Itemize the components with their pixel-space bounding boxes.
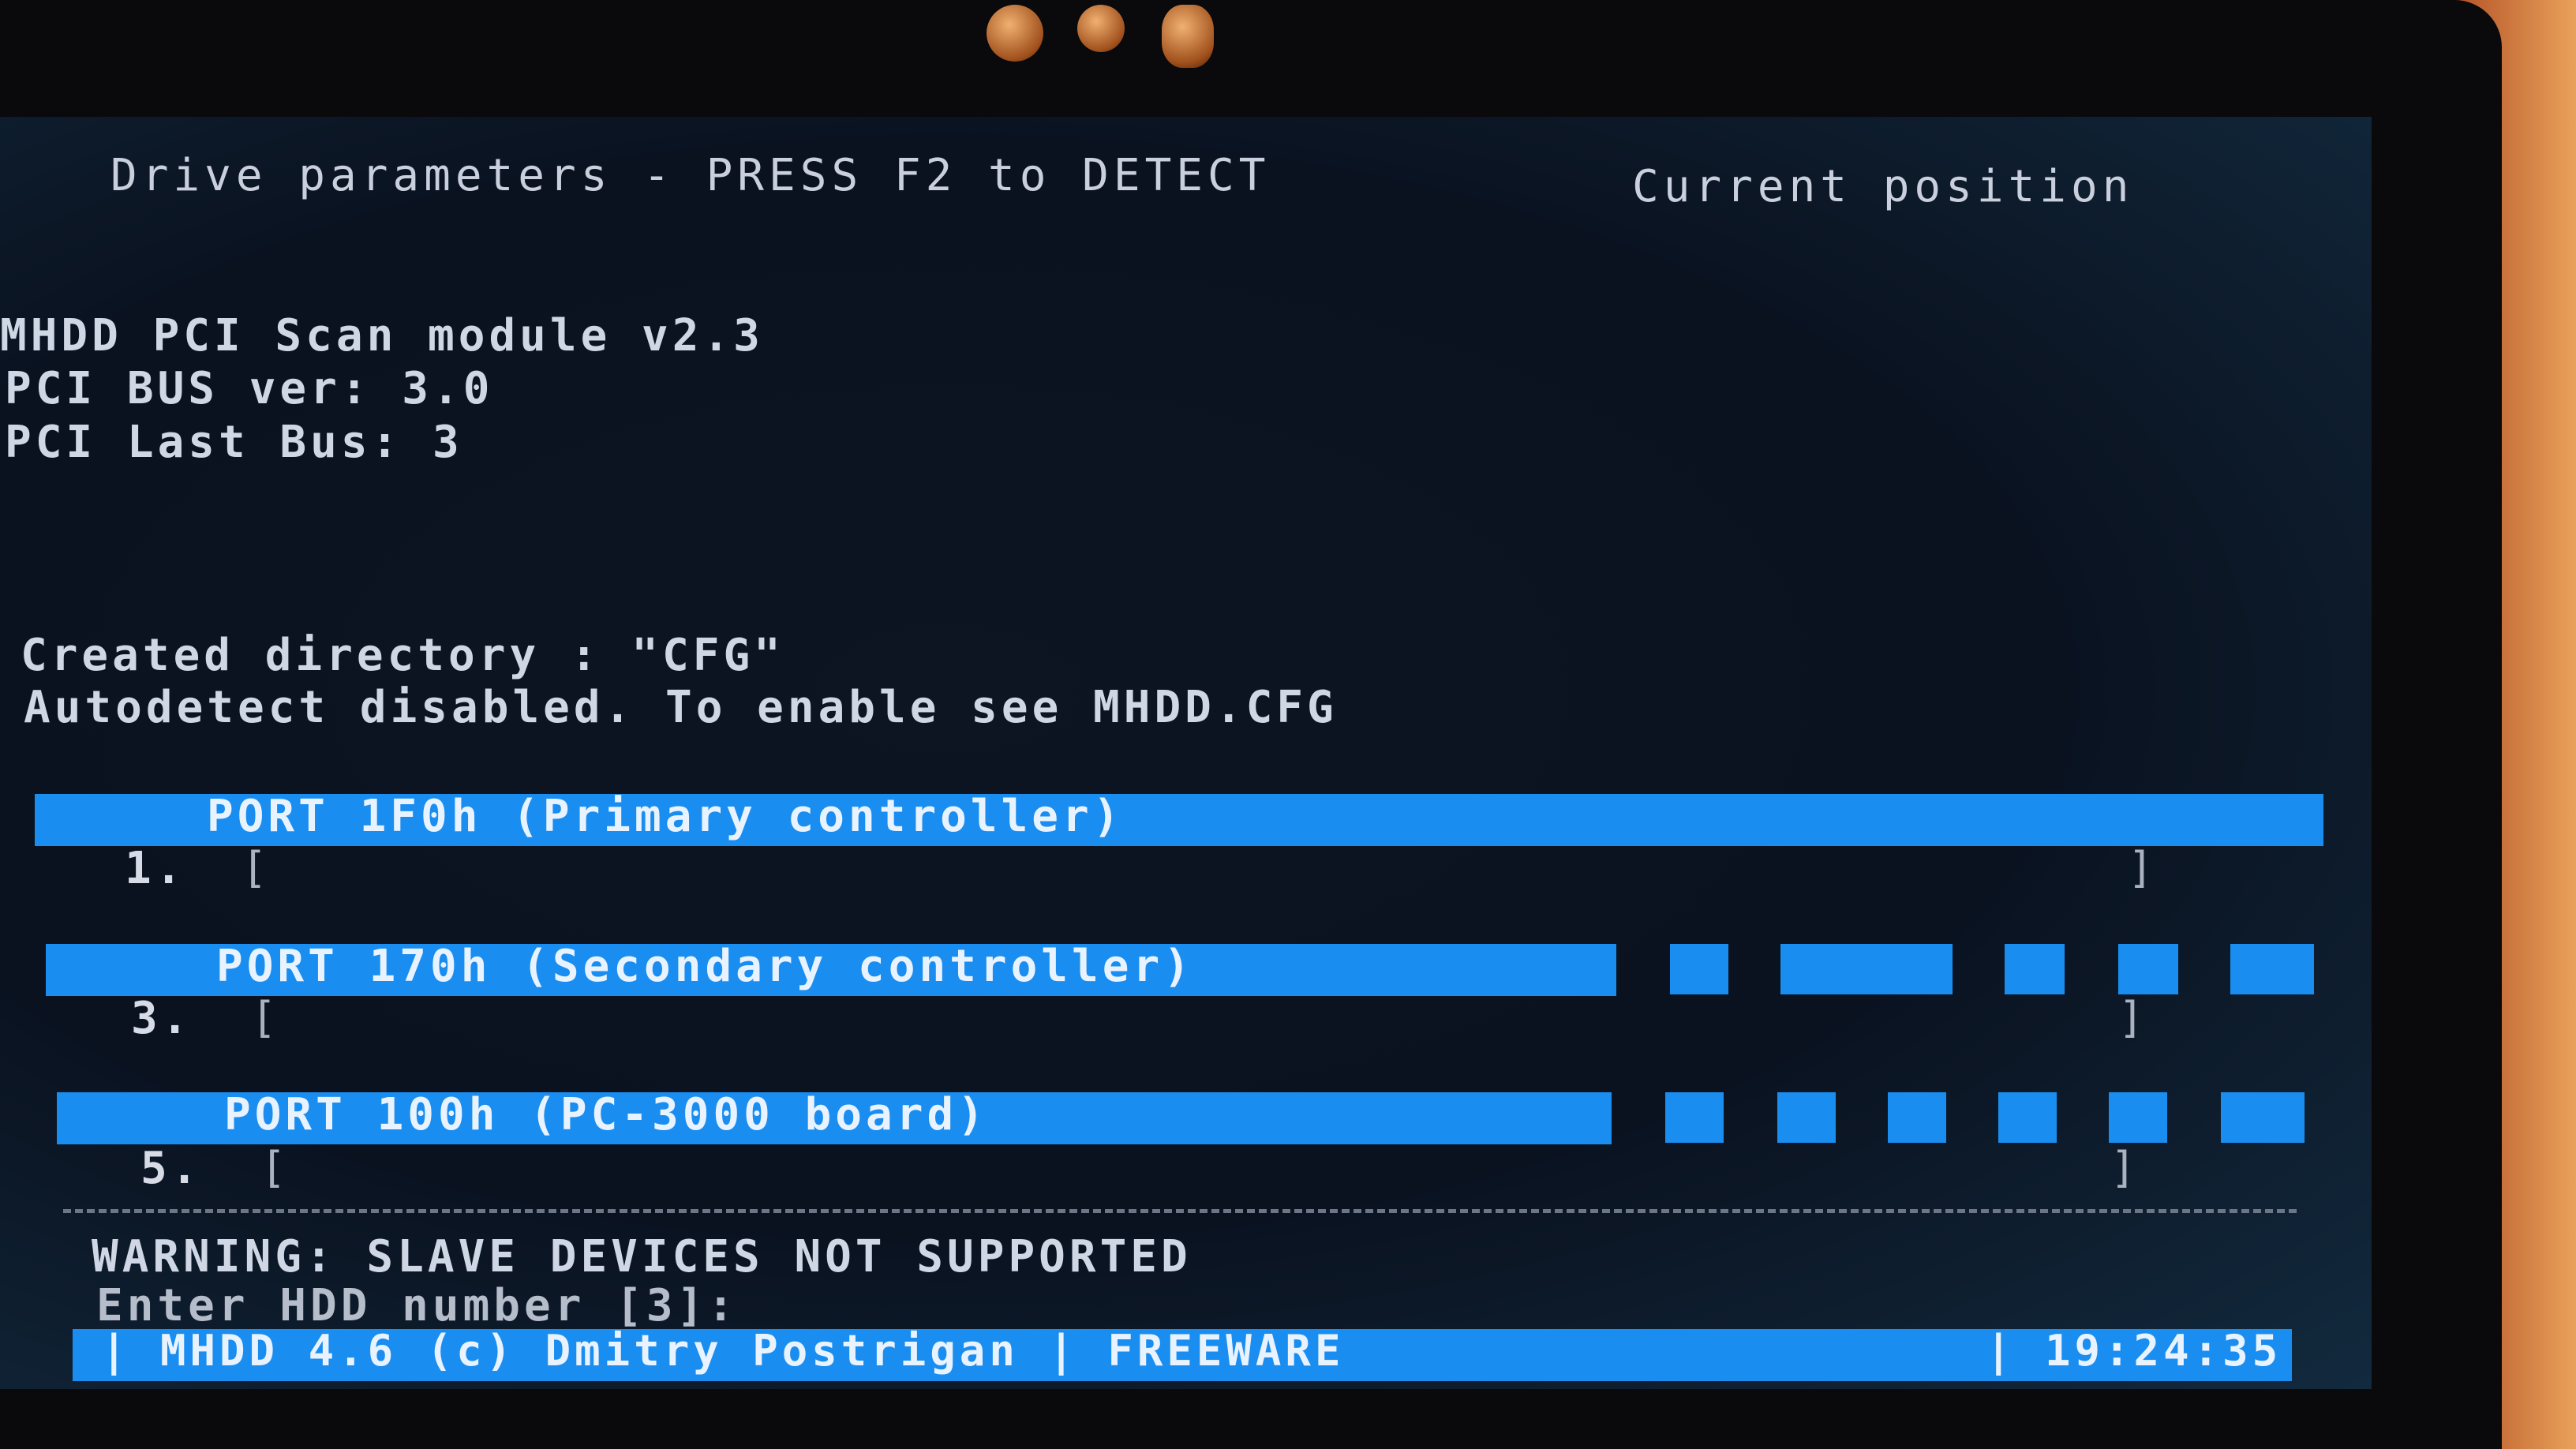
status-block <box>2005 944 2065 994</box>
status-block <box>1780 944 1953 994</box>
port-pc3000-title: PORT 100h (PC-3000 board) <box>224 1089 988 1140</box>
warning-message: WARNING: SLAVE DEVICES NOT SUPPORTED <box>92 1231 1192 1282</box>
autodetect-message: Autodetect disabled. To enable see MHDD.… <box>24 682 1338 733</box>
created-directory-message: Created directory : "CFG" <box>21 630 784 681</box>
drive-5-bracket-close: ] <box>2110 1143 2136 1193</box>
bezel-ornaments <box>979 0 1247 75</box>
drive-number-3: 3. <box>131 993 193 1044</box>
status-bar-copyright: | MHDD 4.6 (c) Dmitry Postrigan | FREEWA… <box>101 1326 1345 1376</box>
port-secondary-title: PORT 170h (Secondary controller) <box>216 941 1194 992</box>
status-block <box>1888 1092 1946 1143</box>
figure-ornament-icon <box>1162 5 1214 68</box>
drive-3-bracket-open: [ <box>251 993 277 1043</box>
status-block <box>2230 944 2314 994</box>
status-bar: | MHDD 4.6 (c) Dmitry Postrigan | FREEWA… <box>73 1326 2292 1381</box>
status-block <box>2118 944 2178 994</box>
drive-3-bracket-close: ] <box>2118 993 2144 1043</box>
port-primary-bar: PORT 1F0h (Primary controller) <box>35 791 2323 846</box>
current-position-header: Current position <box>1632 161 2134 212</box>
terminal-screen: Drive parameters - PRESS F2 to DETECT Cu… <box>0 117 2372 1389</box>
drive-parameters-header: Drive parameters - PRESS F2 to DETECT <box>110 150 1271 201</box>
port-pc3000-bar: PORT 100h (PC-3000 board) <box>57 1089 1612 1144</box>
status-block <box>1777 1092 1836 1143</box>
port-primary-title: PORT 1F0h (Primary controller) <box>207 791 1124 842</box>
hdd-number-prompt[interactable]: Enter HDD number [3]: <box>96 1280 738 1331</box>
status-block <box>1665 1092 1724 1143</box>
heart-ornament-icon <box>987 5 1043 62</box>
port-secondary-bar: PORT 170h (Secondary controller) <box>46 941 1616 996</box>
status-bar-clock: | 19:24:35 <box>1986 1326 2282 1376</box>
status-block <box>1670 944 1728 994</box>
flower-ornament-icon <box>1077 5 1125 52</box>
drive-1-bracket-open: [ <box>242 843 268 893</box>
drive-number-1: 1. <box>125 843 186 894</box>
drive-number-5: 5. <box>140 1143 202 1194</box>
drive-5-bracket-open: [ <box>260 1143 286 1193</box>
pci-module-line: MHDD PCI Scan module v2.3 <box>0 310 764 361</box>
status-block <box>1998 1092 2057 1143</box>
pci-bus-version-line: PCI BUS ver: 3.0 <box>5 363 494 414</box>
status-block <box>2109 1092 2167 1143</box>
separator-line <box>63 1209 2297 1213</box>
pci-last-bus-line: PCI Last Bus: 3 <box>5 417 463 468</box>
drive-1-bracket-close: ] <box>2128 843 2154 893</box>
status-block <box>2221 1092 2305 1143</box>
